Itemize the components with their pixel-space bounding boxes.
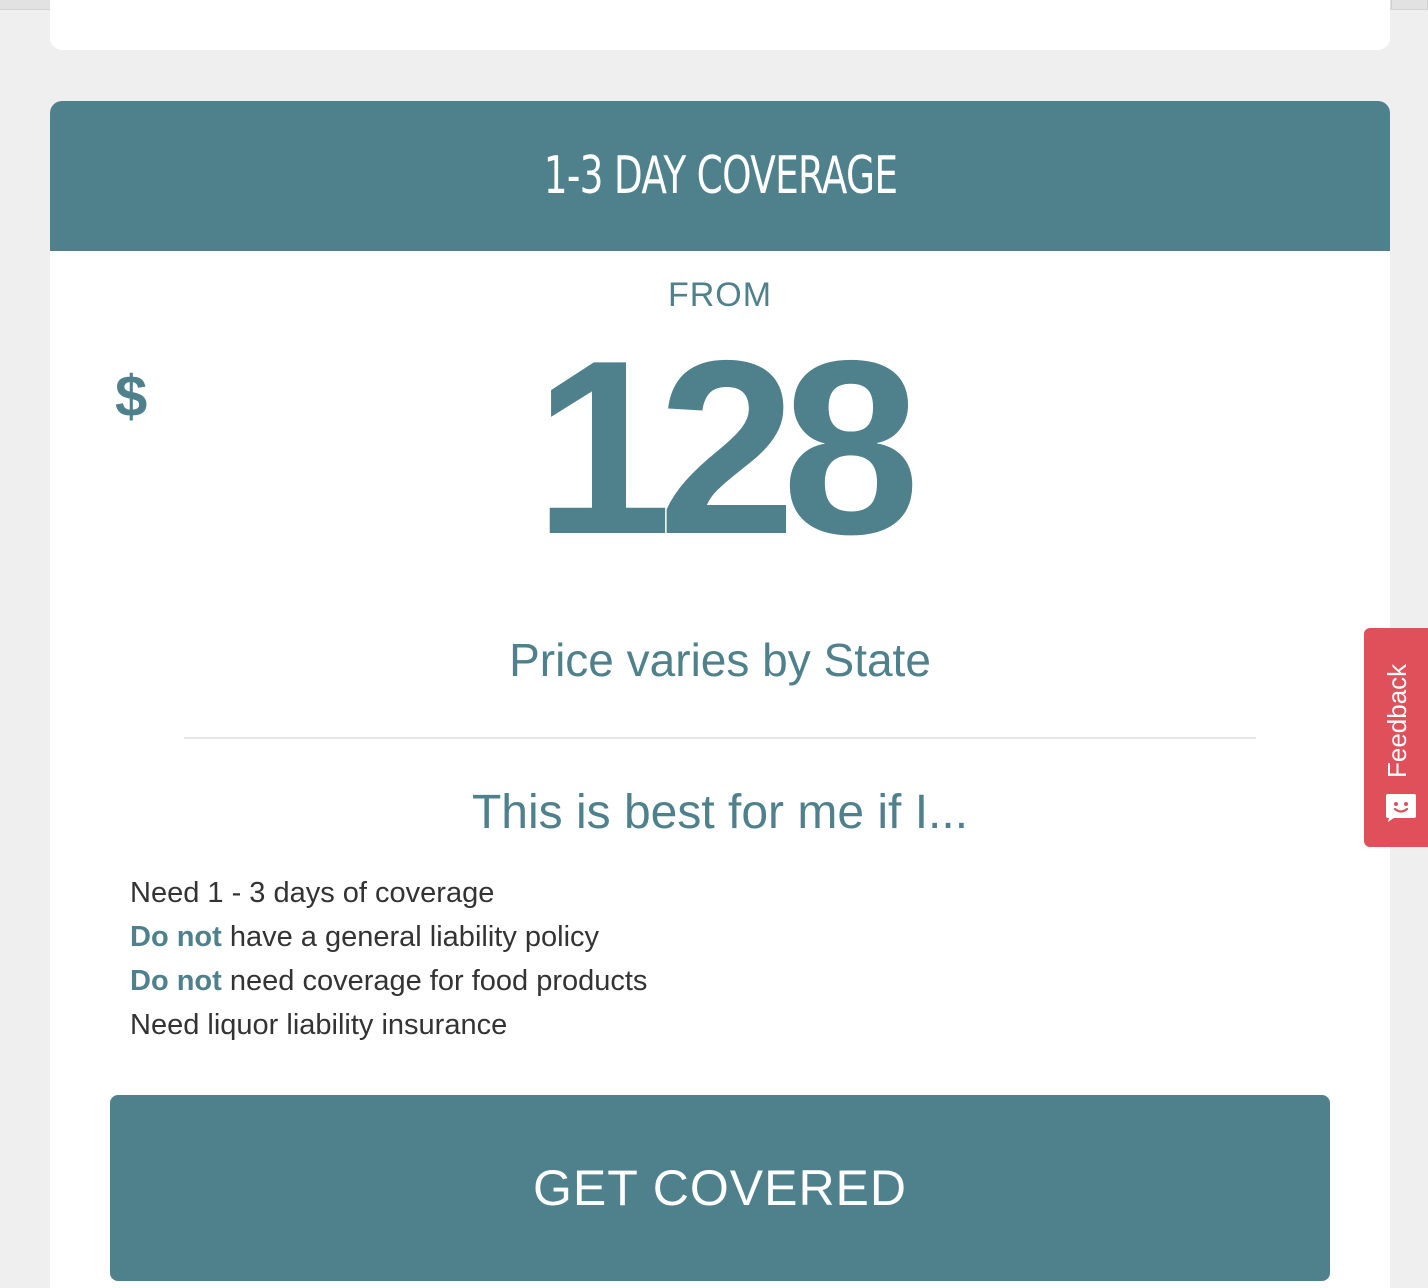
criteria-text: Need 1 - 3 days of coverage xyxy=(130,877,495,909)
criteria-item: Do not need coverage for food products xyxy=(130,959,647,1003)
previous-plan-card xyxy=(50,0,1390,50)
criteria-text: need coverage for food products xyxy=(221,965,648,997)
best-for-heading: This is best for me if I... xyxy=(471,786,969,839)
divider xyxy=(184,737,1256,739)
criteria-text: Need liquor liability insurance xyxy=(130,1009,508,1041)
plan-card-header: 1-3 DAY COVERAGE xyxy=(50,101,1390,251)
criteria-emphasis: Do not xyxy=(130,921,222,953)
page: 1-3 DAY COVERAGE FROM $ 128 Price varies… xyxy=(0,0,1428,1288)
browser-tab[interactable] xyxy=(1392,0,1428,9)
feedback-label-wrap: Feedback xyxy=(1376,648,1416,778)
criteria-item: Need 1 - 3 days of coverage xyxy=(130,871,647,915)
criteria-item: Do not have a general liability policy xyxy=(130,915,647,959)
price-amount: 128 xyxy=(534,308,920,586)
criteria-emphasis: Do not xyxy=(130,965,222,997)
criteria-item: Need liquor liability insurance xyxy=(130,1003,647,1047)
plan-title: 1-3 DAY COVERAGE xyxy=(543,146,897,206)
criteria-list: Need 1 - 3 days of coverage Do not have … xyxy=(130,871,647,1047)
smiley-chat-icon xyxy=(1386,794,1416,822)
criteria-text: have a general liability policy xyxy=(221,921,600,953)
feedback-label: Feedback xyxy=(1382,663,1412,778)
get-covered-button[interactable]: GET COVERED xyxy=(110,1095,1330,1281)
feedback-tab[interactable]: Feedback xyxy=(1364,628,1428,847)
plan-card: 1-3 DAY COVERAGE FROM $ 128 Price varies… xyxy=(50,101,1390,1288)
price-note: Price varies by State xyxy=(509,634,931,686)
